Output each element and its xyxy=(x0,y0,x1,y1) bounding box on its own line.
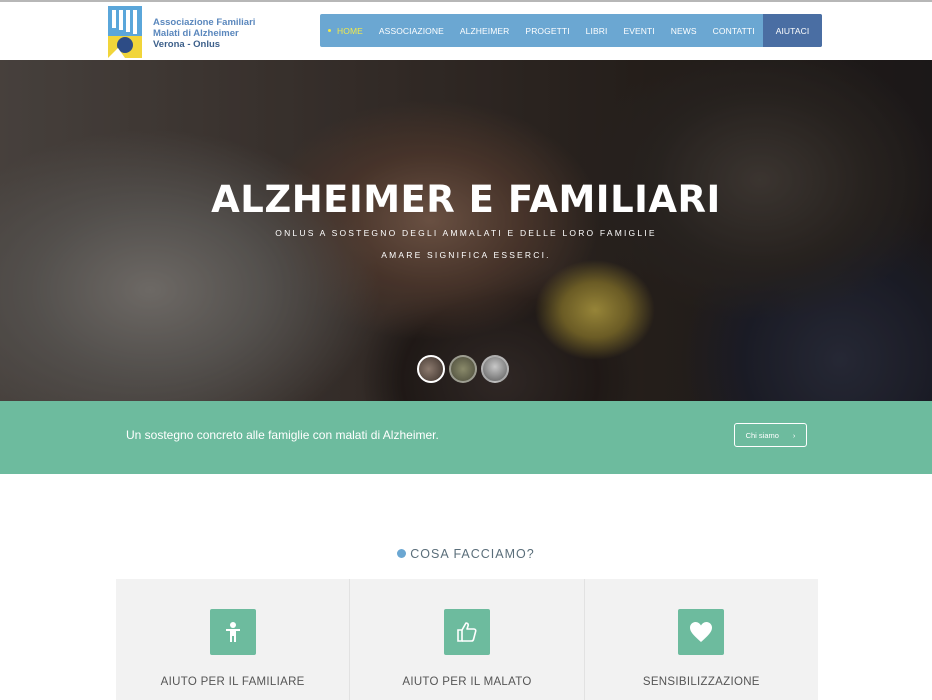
bullet-icon xyxy=(397,549,407,558)
nav-item-news[interactable]: NEWS xyxy=(663,14,705,47)
slider-thumb-3[interactable] xyxy=(481,355,509,383)
section-title-text: COSA FACCIAMO? xyxy=(410,547,535,561)
card-aiuto-familiare[interactable]: AIUTO PER IL FAMILIARE xyxy=(116,579,351,700)
association-logo-icon xyxy=(108,6,142,58)
band-text: Un sostegno concreto alle famiglie con m… xyxy=(126,428,439,442)
logo-line-2: Malati di Alzheimer xyxy=(153,28,239,39)
logo[interactable]: Associazione Familiari Malati di Alzheim… xyxy=(108,6,258,60)
main-navigation: HOME ASSOCIAZIONE ALZHEIMER PROGETTI LIB… xyxy=(320,14,823,47)
slider-thumbnails xyxy=(417,355,509,383)
card-title: AIUTO PER IL MALATO xyxy=(402,676,532,688)
active-dot-icon xyxy=(328,29,331,32)
section-title: COSA FACCIAMO? xyxy=(0,547,932,561)
thumbs-up-icon xyxy=(443,609,490,655)
card-title: SENSIBILIZZAZIONE xyxy=(642,676,760,688)
card-sensibilizzazione[interactable]: SENSIBILIZZAZIONE xyxy=(584,579,818,700)
logo-line-3: Verona - Onlus xyxy=(153,39,221,50)
nav-item-label: HOME xyxy=(337,25,363,36)
site-header: Associazione Familiari Malati di Alzheim… xyxy=(0,0,932,60)
card-aiuto-malato[interactable]: AIUTO PER IL MALATO xyxy=(350,579,585,700)
hero-subtitle: ONLUS A SOSTEGNO DEGLI AMMALATI E DELLE … xyxy=(275,228,657,238)
logo-line-1: Associazione Familiari xyxy=(153,17,256,28)
nav-item-aiutaci[interactable]: AIUTACI xyxy=(762,14,823,47)
nav-item-associazione[interactable]: ASSOCIAZIONE xyxy=(371,14,452,47)
services-cards: AIUTO PER IL FAMILIARE AIUTO PER IL MALA… xyxy=(116,579,818,700)
card-title: AIUTO PER IL FAMILIARE xyxy=(160,676,305,688)
chevron-right-icon: › xyxy=(792,430,796,440)
hero-tagline: AMARE SIGNIFICA ESSERCI. xyxy=(381,250,551,260)
nav-item-eventi[interactable]: EVENTI xyxy=(615,14,662,47)
intro-band: Un sostegno concreto alle famiglie con m… xyxy=(0,401,932,474)
chi-siamo-label: Chi siamo xyxy=(745,430,779,440)
nav-item-progetti[interactable]: PROGETTI xyxy=(517,14,577,47)
nav-item-contatti[interactable]: CONTATTI xyxy=(705,14,763,47)
slider-thumb-1[interactable] xyxy=(417,355,445,383)
nav-item-home[interactable]: HOME xyxy=(320,14,371,47)
nav-item-alzheimer[interactable]: ALZHEIMER xyxy=(452,14,518,47)
person-icon xyxy=(209,609,256,655)
hero-title: ALZHEIMER E FAMILIARI xyxy=(211,178,721,221)
hero-slider: ALZHEIMER E FAMILIARI ONLUS A SOSTEGNO D… xyxy=(0,60,932,401)
slider-thumb-2[interactable] xyxy=(449,355,477,383)
chi-siamo-button[interactable]: Chi siamo › xyxy=(734,423,807,447)
nav-item-libri[interactable]: LIBRI xyxy=(578,14,616,47)
heart-icon xyxy=(678,609,725,655)
